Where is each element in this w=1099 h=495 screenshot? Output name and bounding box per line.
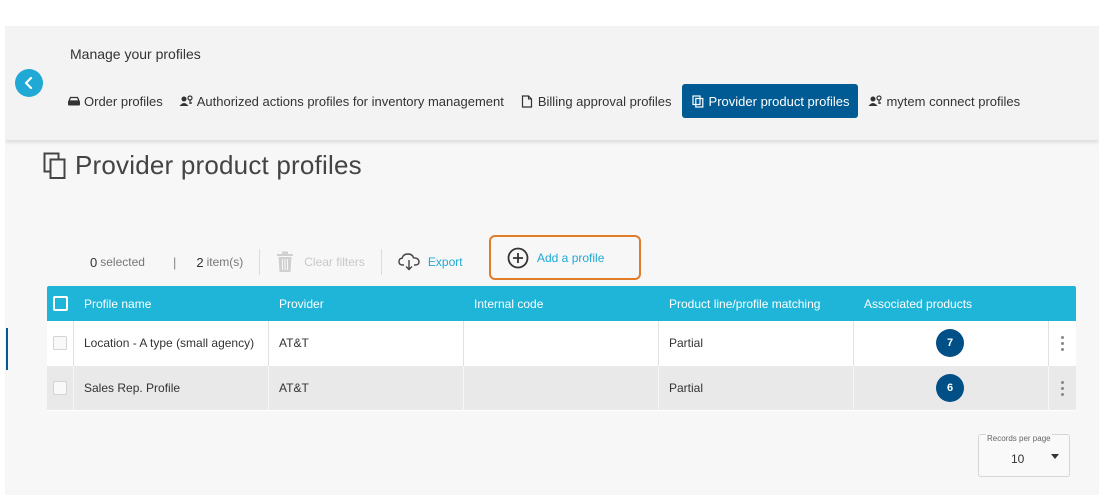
cell-matching: Partial: [659, 320, 854, 366]
tab-order-profiles[interactable]: Order profiles: [60, 84, 169, 118]
cell-internal-code: [464, 320, 659, 366]
export-label: Export: [427, 255, 463, 269]
toolbar-divider: [259, 249, 261, 275]
tab-provider-product-profiles[interactable]: Provider product profiles: [681, 84, 859, 118]
tab-label: Provider product profiles: [708, 93, 850, 109]
plus-circle-icon: [507, 247, 529, 268]
clear-filters-label: Clear filters: [304, 255, 365, 269]
associated-products-badge[interactable]: 6: [936, 374, 964, 402]
count-separator: |: [172, 254, 177, 270]
selected-label: selected: [100, 255, 145, 269]
column-header-profile-name[interactable]: Profile name: [74, 297, 269, 311]
profiles-table: Profile name Provider Internal code Prod…: [47, 286, 1076, 411]
more-options-icon[interactable]: [1049, 366, 1076, 411]
items-label: item(s): [206, 255, 244, 269]
chevron-left-icon: [24, 77, 33, 89]
records-per-page-select[interactable]: Records per page 10: [978, 434, 1070, 477]
cell-matching: Partial: [659, 365, 854, 411]
clear-filters-button[interactable]: Clear filters: [276, 251, 365, 273]
tab-label: Order profiles: [84, 93, 163, 109]
cell-actions: [1049, 321, 1076, 366]
page-title: Provider product profiles: [75, 150, 362, 180]
more-options-icon[interactable]: [1049, 321, 1076, 366]
users-key-icon: [179, 95, 194, 108]
cell-associated-products: 7: [854, 320, 1049, 366]
table-row[interactable]: Location - A type (small agency) AT&T Pa…: [47, 320, 1076, 366]
row-select-cell: [47, 365, 74, 411]
tab-label: mytem connect profiles: [886, 93, 1021, 109]
column-header-product-line-matching[interactable]: Product line/profile matching: [659, 297, 854, 311]
row-focus-marker: [6, 328, 8, 370]
column-header-associated-products[interactable]: Associated products: [854, 297, 1049, 311]
tab-label: Authorized actions profiles for inventor…: [196, 93, 504, 109]
tab-mytem-connect[interactable]: mytem connect profiles: [862, 84, 1026, 118]
back-button[interactable]: [15, 69, 43, 97]
tab-authorized-actions[interactable]: Authorized actions profiles for inventor…: [173, 84, 510, 118]
records-per-page-label: Records per page: [986, 434, 1052, 443]
cell-provider: AT&T: [269, 365, 464, 411]
table-toolbar: 0 selected | 2 item(s) Clear filters Exp…: [90, 244, 463, 280]
records-per-page-value: 10: [1011, 452, 1025, 466]
column-header-provider[interactable]: Provider: [269, 297, 464, 311]
select-all-checkbox[interactable]: [53, 296, 68, 311]
copy-icon: [43, 152, 66, 179]
cell-profile-name: Location - A type (small agency): [74, 320, 269, 366]
tab-billing-approval[interactable]: Billing approval profiles: [514, 84, 678, 118]
cell-profile-name: Sales Rep. Profile: [74, 365, 269, 411]
cell-provider: AT&T: [269, 320, 464, 366]
cell-internal-code: [464, 365, 659, 411]
profile-tabs: Order profiles Authorized actions profil…: [60, 84, 1030, 118]
app-window: Manage your profiles Order profiles Auth…: [5, 26, 1099, 495]
order-icon: [66, 95, 81, 108]
document-icon: [520, 94, 535, 108]
cell-actions: [1049, 366, 1076, 411]
row-checkbox[interactable]: [53, 336, 67, 350]
associated-products-badge[interactable]: 7: [936, 329, 964, 357]
copy-icon: [691, 94, 706, 108]
table-row[interactable]: Sales Rep. Profile AT&T Partial 6: [47, 365, 1076, 411]
manage-profiles-title: Manage your profiles: [70, 46, 201, 62]
select-all-cell: [47, 296, 74, 311]
tab-label: Billing approval profiles: [537, 93, 672, 109]
items-count: 2: [196, 254, 204, 270]
cell-associated-products: 6: [854, 365, 1049, 411]
column-header-internal-code[interactable]: Internal code: [464, 297, 659, 311]
users-key-icon: [868, 95, 883, 108]
toolbar-divider: [380, 249, 382, 275]
profiles-header: Manage your profiles Order profiles Auth…: [5, 26, 1099, 140]
caret-down-icon: [1051, 454, 1059, 459]
add-profile-button[interactable]: Add a profile: [489, 235, 641, 280]
export-button[interactable]: Export: [398, 253, 463, 271]
cloud-download-icon: [398, 253, 420, 271]
page-title-area: Provider product profiles: [43, 150, 362, 181]
row-select-cell: [47, 320, 74, 366]
row-checkbox[interactable]: [53, 381, 67, 395]
table-header: Profile name Provider Internal code Prod…: [47, 286, 1076, 321]
add-profile-label: Add a profile: [537, 250, 605, 265]
selected-count: 0: [90, 254, 98, 270]
trash-icon: [277, 251, 294, 272]
